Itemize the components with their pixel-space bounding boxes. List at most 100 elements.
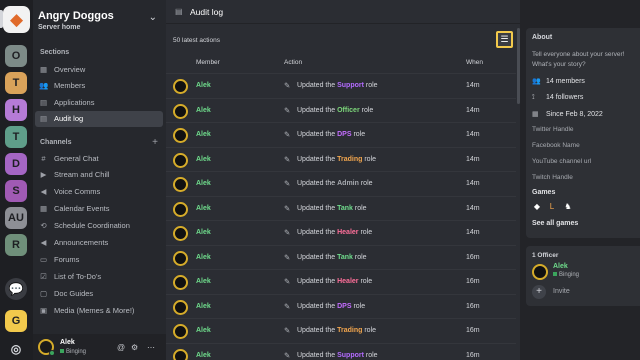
member-name[interactable]: Alek	[196, 278, 211, 285]
channel-item-list-of-to-do-s[interactable]: ☑ List of To-Do's	[35, 268, 163, 284]
table-row[interactable]: Alek ✎ Updated the Officer role 14m	[166, 97, 516, 123]
table-row[interactable]: Alek ✎ Updated the Support role 16m	[166, 342, 516, 360]
avatar[interactable]	[173, 152, 188, 168]
role-name[interactable]: Officer	[337, 107, 360, 114]
table-row[interactable]: Alek ✎ Updated the Trading role 16m	[166, 318, 516, 343]
channel-item-media-memes-more-[interactable]: ▣ Media (Memes & More!)	[35, 302, 163, 318]
add-channel-icon[interactable]: +	[152, 137, 158, 148]
twitter-link[interactable]: Twitter Handle	[532, 126, 574, 133]
channel-item-general-chat[interactable]: # General Chat	[35, 150, 163, 166]
table-row[interactable]: Alek ✎ Updated the Trading role 14m	[166, 146, 516, 172]
avatar[interactable]	[173, 79, 188, 94]
member-name[interactable]: Alek	[196, 254, 211, 261]
table-row[interactable]: Alek ✎ Updated the Healer role 14m	[166, 220, 516, 245]
roblox-icon[interactable]: ◆	[532, 202, 542, 212]
server-icon[interactable]: T	[5, 72, 27, 94]
globe-icon[interactable]: ◎	[5, 338, 27, 360]
members-icon: 👥	[532, 78, 541, 85]
server-header[interactable]: Angry Doggos Server home ⌄	[33, 0, 166, 38]
role-name[interactable]: Tank	[337, 205, 353, 212]
member-name[interactable]: Alek	[196, 107, 211, 114]
table-row[interactable]: Alek ✎ Updated the DPS role 14m	[166, 122, 516, 147]
avatar[interactable]	[173, 177, 188, 192]
member-name[interactable]: Alek	[196, 229, 211, 236]
role-name[interactable]: Admin	[337, 180, 359, 187]
role-name[interactable]: Healer	[337, 229, 358, 236]
table-row[interactable]: Alek ✎ Updated the Support role 14m	[166, 73, 516, 98]
role-name[interactable]: Support	[337, 352, 364, 359]
channel-item-calendar-events[interactable]: ▦ Calendar Events	[35, 201, 163, 217]
channel-item-schedule-coordination[interactable]: ⟲ Schedule Coordination	[35, 218, 163, 234]
member-name[interactable]: Alek	[196, 327, 211, 334]
channel-item-announcements[interactable]: ◀ Announcements	[35, 235, 163, 251]
role-name[interactable]: Trading	[337, 156, 362, 163]
league-icon[interactable]: L	[547, 202, 557, 212]
table-row[interactable]: Alek ✎ Updated the DPS role 16m	[166, 293, 516, 319]
role-name[interactable]: Trading	[337, 327, 362, 334]
filter-button[interactable]: ☰	[496, 31, 513, 48]
direct-messages-icon[interactable]: 💬	[5, 278, 27, 300]
stream-icon: ▶	[40, 170, 47, 180]
facebook-link[interactable]: Facebook Name	[532, 142, 580, 149]
channel-item-stream-and-chill[interactable]: ▶ Stream and Chill	[35, 167, 163, 183]
server-icon[interactable]: S	[5, 180, 27, 202]
see-all-games-link[interactable]: See all games	[532, 220, 578, 227]
chevron-down-icon[interactable]: ⌄	[149, 12, 157, 23]
table-row[interactable]: Alek ✎ Updated the Healer role 16m	[166, 269, 516, 294]
avatar[interactable]	[532, 264, 548, 280]
action-text: Updated the Healer role	[297, 229, 372, 236]
speaker-icon: ◀	[40, 187, 47, 197]
youtube-link[interactable]: YouTube channel url	[532, 158, 591, 165]
avatar[interactable]	[173, 103, 188, 119]
gear-icon[interactable]: ⚙	[131, 343, 138, 352]
avatar[interactable]	[173, 348, 188, 360]
role-name[interactable]: Support	[337, 82, 364, 89]
section-item-overview[interactable]: ▦ Overview	[35, 61, 163, 77]
server-icon[interactable]: H	[5, 99, 27, 121]
server-icon[interactable]: O	[5, 45, 27, 67]
role-name[interactable]: Healer	[337, 278, 358, 285]
invite-button[interactable]: Invite	[553, 288, 570, 295]
twitch-link[interactable]: Twitch Handle	[532, 174, 573, 181]
server-icon[interactable]: D	[5, 153, 27, 175]
member-name[interactable]: Alek	[196, 352, 211, 359]
member-name[interactable]: Alek	[196, 180, 211, 187]
member-name[interactable]: Alek	[196, 303, 211, 310]
avatar[interactable]	[173, 299, 188, 315]
avatar[interactable]	[173, 275, 188, 290]
action-suffix: role	[365, 351, 378, 359]
avatar[interactable]	[173, 201, 188, 217]
avatar[interactable]	[173, 250, 188, 266]
table-row[interactable]: Alek ✎ Updated the Tank role 14m	[166, 195, 516, 221]
avatar[interactable]	[173, 128, 188, 143]
channel-item-voice-comms[interactable]: ◀ Voice Comms	[35, 184, 163, 200]
more-icon[interactable]: ⋯	[147, 343, 155, 352]
member-name[interactable]: Alek	[196, 131, 211, 138]
valorant-icon[interactable]: ♞	[563, 202, 573, 212]
member-name[interactable]: Alek	[196, 82, 211, 89]
section-item-audit-log[interactable]: ▤ Audit log	[35, 110, 163, 127]
mention-icon[interactable]: @	[117, 343, 125, 352]
section-item-applications[interactable]: ▤ Applications	[35, 94, 163, 110]
plus-icon[interactable]: +	[532, 285, 546, 299]
app-window: ◆ O T H T D S AU R 💬 G ◎ Angry Doggos Server ho…	[0, 0, 640, 360]
role-name[interactable]: DPS	[337, 131, 351, 138]
table-row[interactable]: Alek ✎ Updated the Tank role 16m	[166, 244, 516, 270]
member-name[interactable]: Alek	[196, 205, 211, 212]
avatar[interactable]	[173, 324, 188, 339]
member-name[interactable]: Alek	[196, 156, 211, 163]
server-icon[interactable]: AU	[5, 207, 27, 229]
channel-item-doc-guides[interactable]: ▢ Doc Guides	[35, 285, 163, 301]
server-logo-button[interactable]: ◆	[3, 6, 30, 33]
server-icon[interactable]: T	[5, 126, 27, 148]
table-row[interactable]: Alek ✎ Updated the Admin role 14m	[166, 171, 516, 196]
channel-item-forums[interactable]: ▭ Forums	[35, 251, 163, 267]
role-name[interactable]: DPS	[337, 303, 351, 310]
server-icon[interactable]: R	[5, 234, 27, 256]
followers-icon: ⟟	[532, 94, 535, 101]
section-item-members[interactable]: 👥 Members	[35, 78, 163, 94]
avatar[interactable]	[173, 226, 188, 241]
guilded-logo-icon[interactable]: G	[5, 310, 27, 332]
officer-name[interactable]: Alek	[553, 263, 568, 270]
role-name[interactable]: Tank	[337, 254, 353, 261]
